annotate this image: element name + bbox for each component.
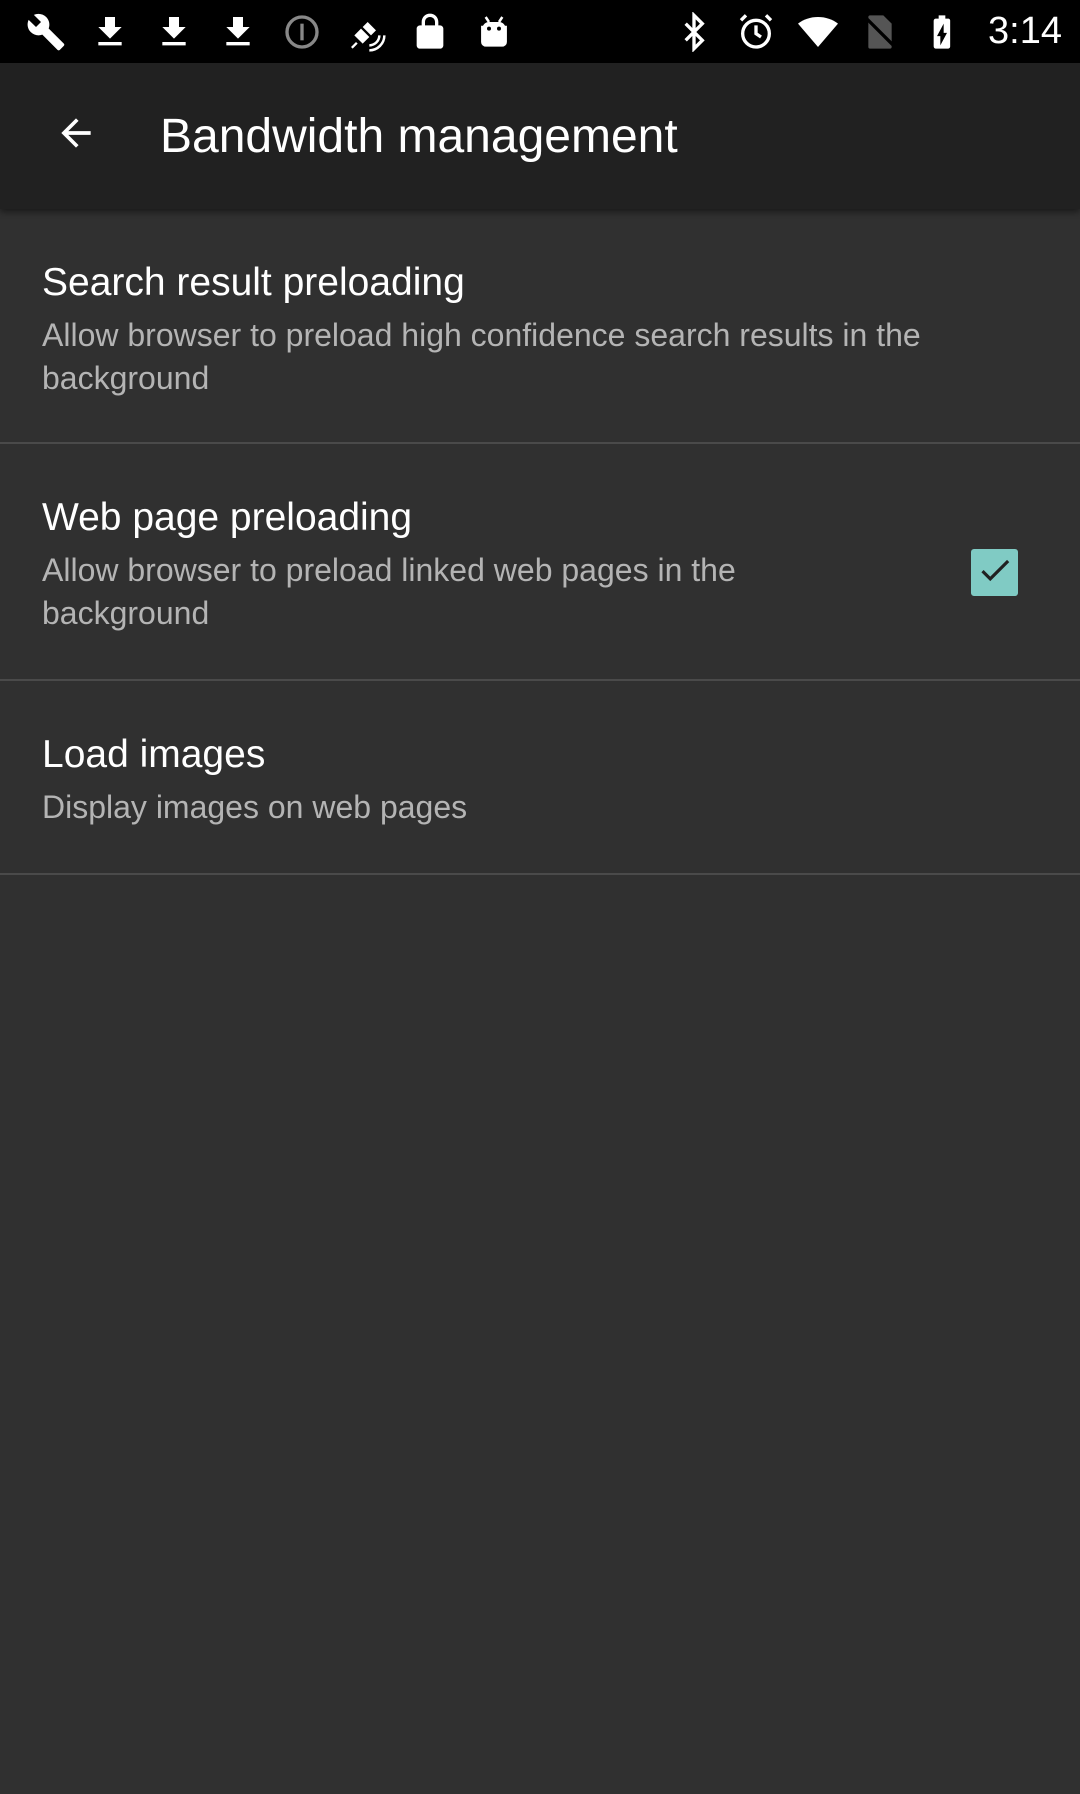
status-bar: 3:14 [0,0,1080,63]
arrow-back-icon [54,111,98,160]
status-bar-clock: 3:14 [988,10,1062,52]
setting-title: Search result preloading [42,261,465,304]
page-title: Bandwidth management [160,110,678,163]
download-icon [152,10,196,54]
download-icon [88,10,132,54]
wrench-icon [24,10,68,54]
setting-search-result-preloading[interactable]: Search result preloading Allow browser t… [0,209,1080,444]
satellite-icon [344,10,388,54]
status-bar-notifications [24,10,516,54]
back-button[interactable] [44,103,108,167]
settings-list: Search result preloading Allow browser t… [0,209,1080,875]
setting-title: Load images [42,733,266,776]
info-icon [280,10,324,54]
check-icon [976,551,1014,594]
setting-web-page-preloading[interactable]: Web page preloading Allow browser to pre… [0,444,1080,681]
setting-title: Web page preloading [42,496,413,539]
alarm-icon [734,10,778,54]
app-bar: Bandwidth management [0,63,1080,209]
setting-summary: Allow browser to preload linked web page… [42,552,736,631]
status-bar-system: 3:14 [672,10,1062,54]
wifi-icon [796,10,840,54]
setting-summary: Display images on web pages [42,789,468,825]
download-icon [216,10,260,54]
setting-summary: Allow browser to preload high confidence… [42,317,921,396]
android-icon [472,10,516,54]
setting-load-images[interactable]: Load images Display images on web pages [0,681,1080,875]
lock-icon [408,10,452,54]
no-sim-icon [858,10,902,54]
battery-charging-icon [920,10,964,54]
bluetooth-icon [672,10,716,54]
load-images-checkbox[interactable] [971,549,1018,596]
